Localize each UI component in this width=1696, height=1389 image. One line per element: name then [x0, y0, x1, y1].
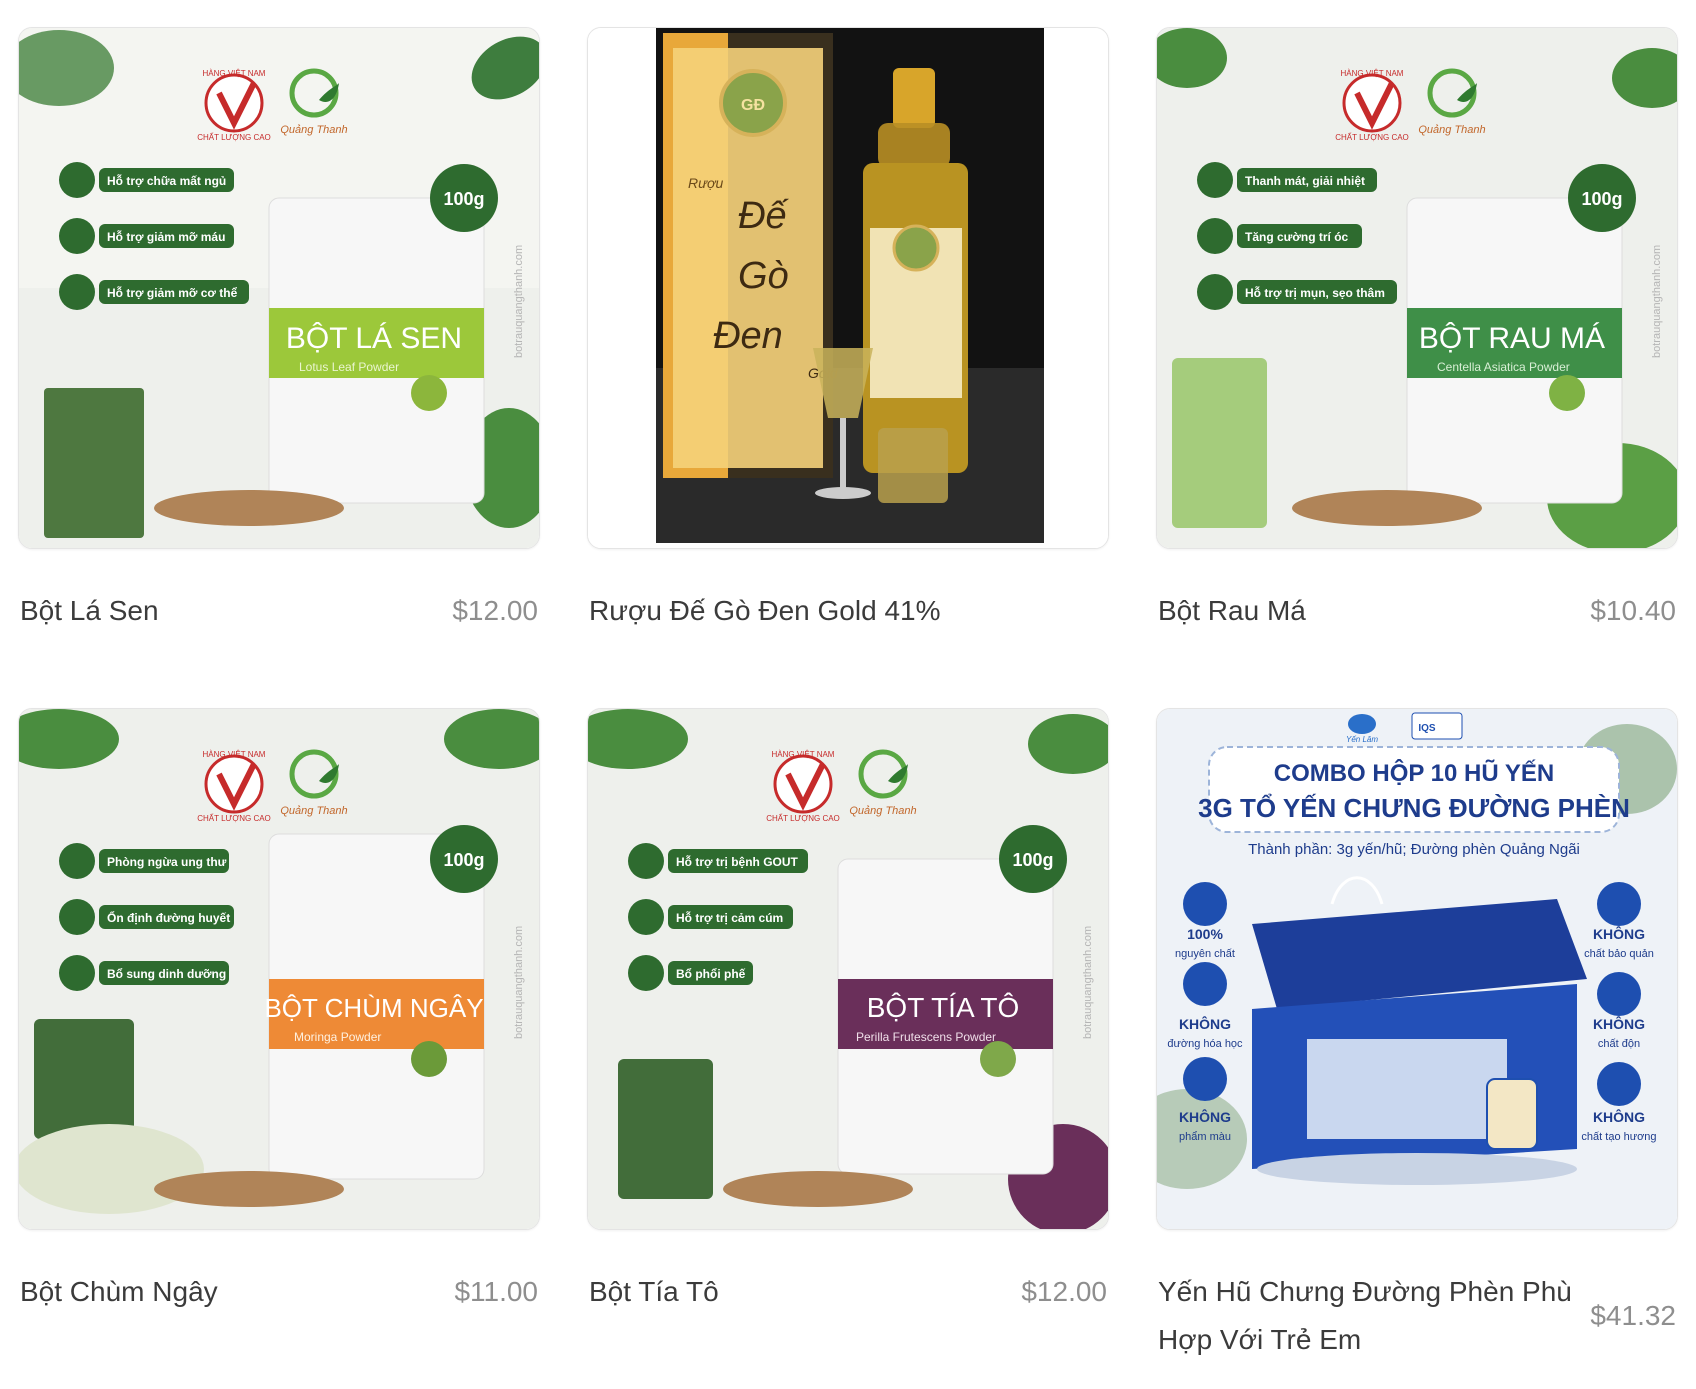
pack-subtitle: Perilla Frutescens Powder [856, 1030, 996, 1044]
product-photo: GĐ Rượu Đế Gò Đen Gold [588, 28, 1108, 548]
badge-text: HÀNG VIỆT NAM [772, 750, 835, 759]
benefit-list: Phòng ngừa ung thư Ổn định đường huyết B… [59, 843, 234, 991]
benefit-text: Hỗ trợ trị mụn, sẹo thâm [1245, 285, 1385, 300]
headline-2: 3G TỔ YẾN CHƯNG ĐƯỜNG PHÈN [1198, 793, 1630, 823]
benefit-text: Ổn định đường huyết [107, 910, 230, 925]
benefit-text: Thanh mát, giải nhiệt [1245, 174, 1365, 188]
brand-name: Quảng Thanh [1418, 124, 1485, 136]
product-card[interactable]: HÀNG VIỆT NAM CHẤT LƯỢNG CAO Quảng Thanh… [1156, 27, 1678, 708]
product-price: $12.00 [1021, 1276, 1107, 1307]
product-photo: HÀNG VIỆT NAM CHẤT LƯỢNG CAO Quảng Thanh… [19, 28, 539, 548]
feature-title: KHÔNG [1593, 925, 1645, 942]
feature-sub: nguyên chất [1175, 948, 1235, 960]
brand-name: Quảng Thanh [849, 805, 916, 817]
badge-text: HÀNG VIỆT NAM [203, 69, 266, 78]
badge-text: CHẤT LƯỢNG CAO [1335, 132, 1409, 142]
product-name[interactable]: Bột Lá Sen [20, 587, 159, 635]
product-name[interactable]: Bột Chùm Ngây [20, 1268, 218, 1316]
badge-text: CHẤT LƯỢNG CAO [766, 813, 840, 823]
product-photo: HÀNG VIỆT NAM CHẤT LƯỢNG CAO Quảng Thanh… [19, 709, 539, 1229]
product-image-bot-chum-ngay[interactable]: HÀNG VIỆT NAM CHẤT LƯỢNG CAO Quảng Thanh… [18, 708, 540, 1230]
pack-title: BỘT LÁ SEN [286, 321, 462, 355]
pack-title: BỘT CHÙM NGÂY [264, 993, 483, 1023]
ingredients: Thành phần: 3g yến/hũ; Đường phèn Quảng … [1248, 841, 1580, 858]
benefit-text: Hỗ trợ giảm mỡ cơ thể [107, 285, 238, 300]
pack-title: BỘT TÍA TÔ [867, 992, 1020, 1023]
feature-title: 100% [1187, 926, 1223, 942]
feature-sub: chất tạo hương [1581, 1131, 1656, 1143]
badge-text: HÀNG VIỆT NAM [203, 750, 266, 759]
benefit-text: Hỗ trợ chữa mất ngủ [107, 173, 226, 188]
product-image-yen-hu[interactable]: Yến Lâm IQS COMBO HỘP 10 HŨ YẾN 3G TỔ YẾ… [1156, 708, 1678, 1230]
feature-title: KHÔNG [1179, 1015, 1231, 1032]
feature-sub: chất độn [1598, 1038, 1640, 1050]
feature-title: KHÔNG [1593, 1015, 1645, 1032]
feature-sub: chất bảo quản [1584, 948, 1654, 960]
feature-sub: đường hóa học [1167, 1038, 1243, 1050]
pack-subtitle: Centella Asiatica Powder [1437, 360, 1570, 374]
brand-name: Quảng Thanh [280, 124, 347, 136]
badge-text: CHẤT LƯỢNG CAO [197, 813, 271, 823]
product-photo: HÀNG VIỆT NAM CHẤT LƯỢNG CAO Quảng Thanh… [1157, 28, 1677, 548]
pack-title: BỘT RAU MÁ [1419, 321, 1605, 355]
product-grid: HÀNG VIỆT NAM CHẤT LƯỢNG CAO Quảng Thanh… [18, 27, 1678, 1389]
product-image-ruou-de-go-den[interactable]: GĐ Rượu Đế Gò Đen Gold [587, 27, 1109, 549]
product-price: $11.00 [454, 1276, 538, 1307]
side-url: botrauquangthanh.com [513, 245, 525, 358]
feature-sub: phẩm màu [1179, 1131, 1231, 1143]
product-image-bot-rau-ma[interactable]: HÀNG VIỆT NAM CHẤT LƯỢNG CAO Quảng Thanh… [1156, 27, 1678, 549]
product-price: $41.32 [1590, 1300, 1676, 1331]
benefit-text: Hỗ trợ trị cảm cúm [676, 910, 783, 925]
product-photo: HÀNG VIỆT NAM CHẤT LƯỢNG CAO Quảng Thanh… [588, 709, 1108, 1229]
product-photo: Yến Lâm IQS COMBO HỘP 10 HŨ YẾN 3G TỔ YẾ… [1157, 709, 1677, 1229]
headline-1: COMBO HỘP 10 HŨ YẾN [1274, 759, 1555, 787]
benefit-text: Bổ phổi phế [676, 967, 746, 981]
weight-badge: 100g [443, 850, 484, 870]
badge-text: HÀNG VIỆT NAM [1341, 69, 1404, 78]
pack-subtitle: Moringa Powder [294, 1030, 381, 1044]
product-name[interactable]: Yến Hũ Chưng Đường Phèn Phù Hợp Với Trẻ … [1158, 1268, 1578, 1364]
product-name[interactable]: Bột Tía Tô [589, 1268, 719, 1316]
benefit-text: Bổ sung dinh dưỡng [107, 967, 226, 981]
product-name[interactable]: Bột Rau Má [1158, 587, 1306, 635]
product-price: $12.00 [452, 595, 538, 626]
product-card[interactable]: HÀNG VIỆT NAM CHẤT LƯỢNG CAO Quảng Thanh… [587, 708, 1109, 1389]
weight-badge: 100g [1012, 850, 1053, 870]
product-price: $10.40 [1590, 595, 1676, 626]
badge-text: CHẤT LƯỢNG CAO [197, 132, 271, 142]
side-url: botrauquangthanh.com [513, 926, 525, 1039]
product-card[interactable]: HÀNG VIỆT NAM CHẤT LƯỢNG CAO Quảng Thanh… [18, 27, 540, 708]
side-url: botrauquangthanh.com [1082, 926, 1094, 1039]
product-card[interactable]: GĐ Rượu Đế Gò Đen Gold Rượu Đế Gò Đen [587, 27, 1109, 708]
cert-badge: IQS [1418, 723, 1436, 734]
product-card[interactable]: HÀNG VIỆT NAM CHẤT LƯỢNG CAO Quảng Thanh… [18, 708, 540, 1389]
seal-text: GĐ [741, 97, 765, 114]
product-image-bot-tia-to[interactable]: HÀNG VIỆT NAM CHẤT LƯỢNG CAO Quảng Thanh… [587, 708, 1109, 1230]
brand-name: Yến Lâm [1346, 735, 1378, 744]
side-url: botrauquangthanh.com [1651, 245, 1663, 358]
benefit-list: Hỗ trợ chữa mất ngủ Hỗ trợ giảm mỡ máu H… [59, 162, 249, 310]
pack-subtitle: Lotus Leaf Powder [299, 360, 399, 374]
benefit-text: Tăng cường trí óc [1245, 230, 1349, 244]
product-image-bot-la-sen[interactable]: HÀNG VIỆT NAM CHẤT LƯỢNG CAO Quảng Thanh… [18, 27, 540, 549]
product-card[interactable]: Yến Lâm IQS COMBO HỘP 10 HŨ YẾN 3G TỔ YẾ… [1156, 708, 1678, 1389]
brand-name: Quảng Thanh [280, 805, 347, 817]
weight-badge: 100g [443, 189, 484, 209]
benefit-text: Phòng ngừa ung thư [107, 855, 227, 869]
feature-title: KHÔNG [1179, 1108, 1231, 1125]
product-name[interactable]: Rượu Đế Gò Đen Gold 41% [589, 587, 941, 635]
box-title: Đen [713, 315, 783, 357]
box-title: Đế [738, 195, 789, 237]
weight-badge: 100g [1581, 189, 1622, 209]
benefit-text: Hỗ trợ giảm mỡ máu [107, 229, 225, 244]
box-label: Rượu [688, 175, 723, 191]
box-title: Gò [738, 255, 789, 297]
benefit-text: Hỗ trợ trị bệnh GOUT [676, 854, 799, 869]
feature-title: KHÔNG [1593, 1108, 1645, 1125]
